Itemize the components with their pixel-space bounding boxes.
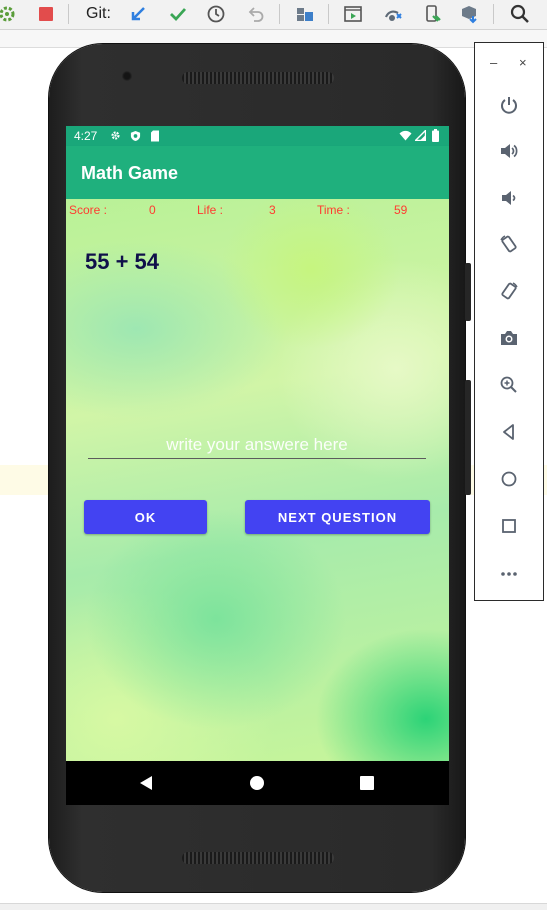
avd-manager-icon[interactable] bbox=[420, 2, 444, 26]
volume-up-icon[interactable] bbox=[497, 139, 521, 163]
answer-input[interactable] bbox=[88, 432, 426, 459]
emulator-control-panel: – × bbox=[474, 42, 544, 601]
toolbar-separator bbox=[68, 4, 69, 24]
toolbar-separator bbox=[493, 4, 494, 24]
volume-down-icon[interactable] bbox=[497, 186, 521, 210]
nav-recents-icon[interactable] bbox=[357, 773, 377, 793]
game-content-area: Score : 0 Life : 3 Time : 59 55 + 54 OK … bbox=[66, 199, 449, 761]
back-icon[interactable] bbox=[497, 420, 521, 444]
zoom-icon[interactable] bbox=[497, 373, 521, 397]
camera-icon[interactable] bbox=[497, 326, 521, 350]
ok-button[interactable]: OK bbox=[84, 500, 207, 534]
life-label: Life : bbox=[197, 203, 224, 217]
wifi-icon bbox=[399, 130, 412, 141]
git-label: Git: bbox=[86, 5, 111, 22]
time-label: Time : bbox=[317, 203, 350, 217]
search-icon[interactable] bbox=[508, 2, 532, 26]
device-screen: 4:27 Math Game Score : 0 Life : 3 Time :… bbox=[66, 126, 449, 805]
sdk-manager-icon[interactable] bbox=[458, 2, 482, 26]
hardware-power-button[interactable] bbox=[465, 263, 471, 321]
shield-icon bbox=[130, 130, 141, 142]
close-button[interactable]: × bbox=[519, 55, 527, 70]
question-text: 55 + 54 bbox=[85, 249, 160, 274]
app-title: Math Game bbox=[81, 163, 179, 183]
build-icon[interactable] bbox=[0, 2, 20, 26]
git-update-icon[interactable] bbox=[126, 2, 150, 26]
nav-back-icon[interactable] bbox=[136, 773, 156, 793]
rollback-icon[interactable] bbox=[244, 2, 268, 26]
app-bar: Math Game bbox=[66, 146, 449, 199]
rotate-left-icon[interactable] bbox=[497, 232, 521, 256]
score-value: 0 bbox=[149, 203, 156, 217]
gradle-sync-icon[interactable] bbox=[381, 2, 405, 26]
life-value: 3 bbox=[269, 203, 276, 217]
top-speaker-grille bbox=[182, 72, 334, 84]
score-label: Score : bbox=[69, 203, 108, 217]
signal-icon bbox=[415, 130, 426, 141]
sd-card-icon bbox=[151, 130, 159, 142]
navigation-bar bbox=[66, 761, 449, 805]
bottom-speaker-grille bbox=[182, 852, 334, 864]
hardware-volume-button[interactable] bbox=[465, 380, 471, 495]
stop-icon[interactable] bbox=[34, 2, 58, 26]
toolbar-separator bbox=[328, 4, 329, 24]
settings-icon bbox=[111, 131, 120, 140]
overview-icon[interactable] bbox=[497, 514, 521, 538]
battery-icon bbox=[432, 129, 439, 142]
power-icon[interactable] bbox=[497, 93, 521, 117]
nav-home-icon[interactable] bbox=[247, 773, 267, 793]
status-bar: 4:27 bbox=[66, 126, 449, 146]
more-icon[interactable] bbox=[497, 561, 521, 585]
front-camera bbox=[122, 71, 132, 81]
time-value: 59 bbox=[394, 203, 408, 217]
minimize-button[interactable]: – bbox=[490, 55, 497, 70]
ide-toolbar: Git: bbox=[0, 0, 547, 30]
git-commit-icon[interactable] bbox=[166, 2, 190, 26]
rotate-right-icon[interactable] bbox=[497, 279, 521, 303]
home-icon[interactable] bbox=[497, 467, 521, 491]
next-question-button[interactable]: NEXT QUESTION bbox=[245, 500, 430, 534]
run-config-icon[interactable] bbox=[341, 2, 365, 26]
toolbar-separator bbox=[279, 4, 280, 24]
project-structure-icon[interactable] bbox=[293, 2, 317, 26]
history-icon[interactable] bbox=[204, 2, 228, 26]
status-time: 4:27 bbox=[74, 129, 98, 143]
